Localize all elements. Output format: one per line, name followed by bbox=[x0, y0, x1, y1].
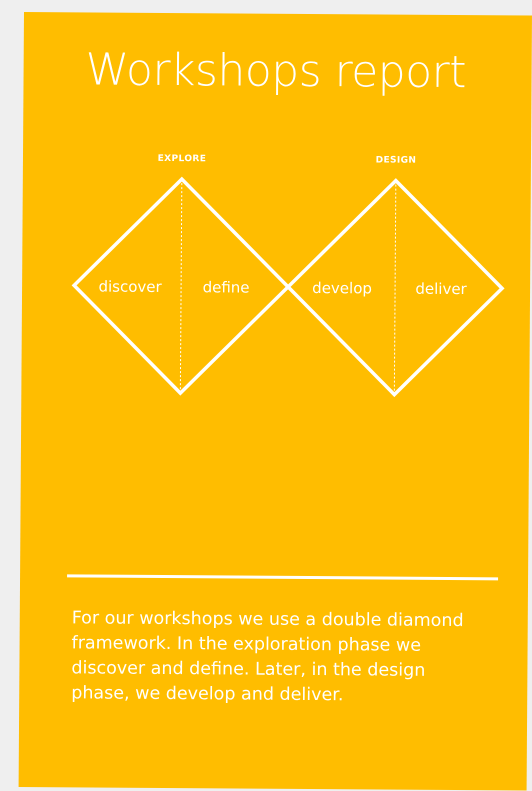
phase-label-design: DESIGN bbox=[376, 155, 417, 165]
double-diamond-diagram: EXPLORE DESIGN discover define develop d… bbox=[71, 154, 505, 398]
phase-label-explore: EXPLORE bbox=[158, 154, 207, 164]
section-divider bbox=[67, 574, 499, 581]
stage-label-discover: discover bbox=[98, 278, 162, 296]
divider-line-explore bbox=[179, 183, 183, 390]
stage-label-define: define bbox=[203, 278, 250, 296]
report-card: Workshops report EXPLORE DESIGN discover… bbox=[18, 12, 532, 791]
stage-label-deliver: deliver bbox=[415, 280, 467, 298]
page-title: Workshops report bbox=[85, 44, 467, 99]
report-description: For our workshops we use a double diamon… bbox=[71, 608, 464, 706]
divider-line-design bbox=[393, 184, 397, 391]
stage-label-develop: develop bbox=[312, 279, 372, 297]
